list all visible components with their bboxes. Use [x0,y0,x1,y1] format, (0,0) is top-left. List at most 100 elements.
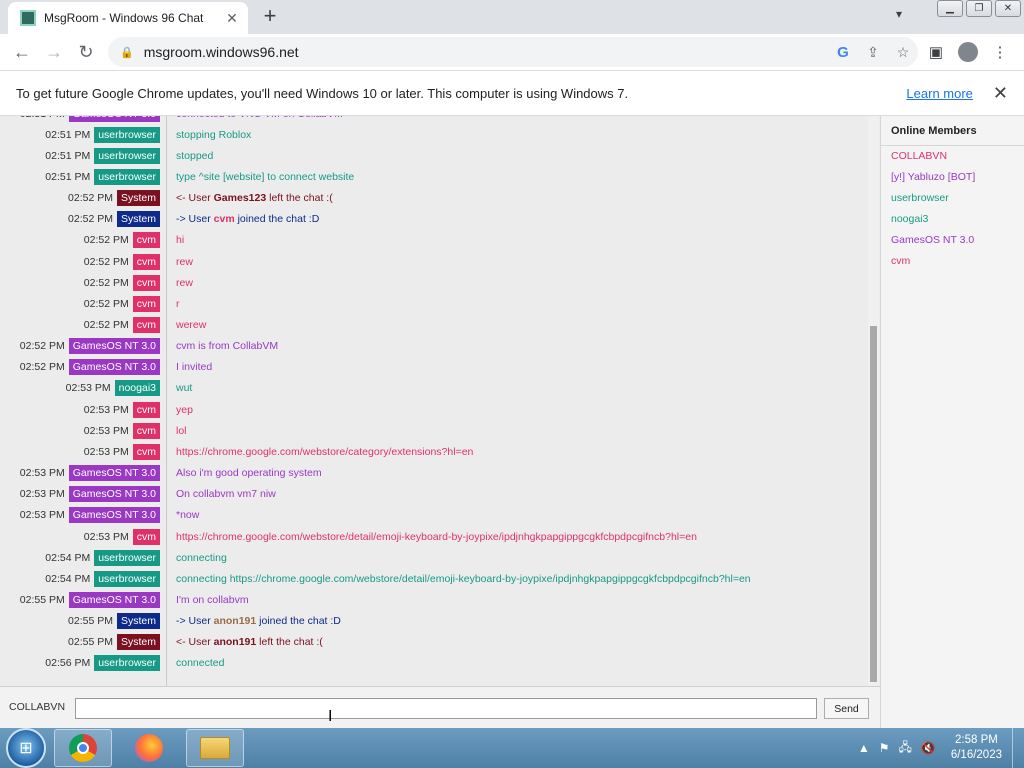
start-button[interactable]: ⊞ [6,728,46,768]
action-center-flag-icon[interactable]: ⚑ [879,741,890,755]
member-list: COLLABVN [y!] Yabluzo [BOT] userbrowser noo… [881,146,1024,272]
network-icon[interactable]: 🖧 [898,738,911,759]
message-text-suffix: joined the chat :D [256,615,341,628]
message-meta: 02:52 PM GamesOS NT 3.0 [0,359,160,376]
user-badge[interactable]: userbrowser [94,549,160,566]
scrollbar-thumb[interactable] [870,326,877,682]
text-cursor-icon: I [328,708,333,725]
user-badge[interactable]: cvm [132,443,160,460]
forward-button[interactable]: → [38,36,70,68]
volume-muted-icon[interactable]: 🔇 [921,741,936,755]
message-text: connected to VNC VM on CollabVM [176,116,343,120]
tab-msgroom[interactable]: MsgRoom - Windows 96 Chat ✕ [8,2,248,34]
message-input[interactable] [75,698,817,719]
user-badge[interactable]: cvm [132,317,160,333]
message-time: 02:52 PM [83,234,129,247]
user-badge[interactable]: userbrowser [94,570,160,587]
message-scrollbar[interactable] [868,116,879,686]
user-badge[interactable]: userbrowser [94,126,160,143]
infobar-close-icon[interactable]: ✕ [993,83,1008,104]
message-meta: 02:53 PM GamesOS NT 3.0 [0,507,160,524]
back-button[interactable]: ← [6,36,38,68]
close-window-button[interactable]: ✕ [995,0,1021,17]
bookmark-star-icon[interactable]: ☆ [888,44,918,61]
menu-kebab-icon[interactable]: ⋮ [984,43,1016,61]
tab-search-chevron-icon[interactable]: ▾ [896,7,902,21]
reload-button[interactable]: ↻ [70,36,102,68]
message-text: https://chrome.google.com/webstore/categ… [176,445,474,458]
show-desktop-button[interactable] [1012,728,1024,768]
message-row: 02:51 PM userbrowser stopping Roblox [0,124,868,145]
user-badge[interactable]: GamesOS NT 3.0 [68,359,160,376]
user-badge[interactable]: userbrowser [94,168,160,185]
message-row: 02:52 PM cvm r [0,293,868,314]
message-meta: 02:53 PM GamesOS NT 3.0 [0,465,160,482]
nickname-label[interactable]: COLLABVN [9,701,65,713]
new-tab-button[interactable]: + [258,4,282,28]
taskbar-chrome[interactable] [54,729,112,767]
user-badge[interactable]: System [116,613,160,630]
show-hidden-icons-icon[interactable]: ▲ [858,741,870,755]
google-lens-icon[interactable]: G [828,44,858,61]
tab-close-icon[interactable]: ✕ [224,10,240,27]
message-meta: 02:52 PM GamesOS NT 3.0 [0,338,160,355]
message-username: anon191 [213,636,257,649]
user-badge[interactable]: System [116,190,160,207]
message-time: 02:51 PM [45,149,91,162]
message-meta: 02:52 PM cvm [0,295,160,312]
user-badge[interactable]: GamesOS NT 3.0 [68,591,160,608]
taskbar-firefox[interactable] [120,729,178,767]
tab-title: MsgRoom - Windows 96 Chat [44,11,204,25]
message-text-suffix: joined the chat :D [234,213,320,226]
member-item[interactable]: noogai3 [881,209,1024,230]
member-item[interactable]: GamesOS NT 3.0 [881,230,1024,251]
member-item[interactable]: COLLABVN [881,146,1024,167]
message-meta: 02:51 PM userbrowser [0,126,160,143]
profile-avatar-icon[interactable] [958,42,978,62]
message-time: 02:53 PM [83,424,129,437]
message-text: *now [176,509,200,522]
user-badge[interactable]: userbrowser [94,655,160,672]
side-panel-icon[interactable]: ▣ [920,43,952,61]
member-item[interactable]: [y!] Yabluzo [BOT] [881,167,1024,188]
user-badge[interactable]: cvm [132,232,160,249]
member-item[interactable]: cvm [881,251,1024,272]
message-time: 02:51 PM [20,116,65,120]
user-badge[interactable]: cvm [132,253,160,270]
send-button[interactable]: Send [824,698,869,719]
message-row: 02:52 PM cvm werew [0,315,868,336]
user-badge[interactable]: cvm [132,295,160,312]
message-username: anon191 [213,615,257,628]
taskbar-clock[interactable]: 2:58 PM 6/16/2023 [951,733,1002,763]
minimize-button[interactable]: ▁ [937,0,963,17]
user-badge[interactable]: GamesOS NT 3.0 [68,338,160,355]
share-icon[interactable]: ⇪ [858,44,888,61]
user-badge[interactable]: GamesOS NT 3.0 [68,465,160,482]
user-badge[interactable]: userbrowser [94,147,160,164]
message-time: 02:55 PM [68,615,113,628]
user-badge[interactable]: cvm [132,528,160,545]
user-badge[interactable]: GamesOS NT 3.0 [68,507,160,524]
message-text: type ^site [website] to connect website [176,170,355,183]
user-badge[interactable]: GamesOS NT 3.0 [68,116,160,122]
restore-button[interactable]: ❐ [966,0,992,17]
user-badge[interactable]: cvm [132,401,160,418]
user-badge[interactable]: GamesOS NT 3.0 [68,486,160,503]
user-badge[interactable]: System [116,211,160,228]
user-badge[interactable]: System [116,634,160,651]
member-item[interactable]: userbrowser [881,188,1024,209]
lock-icon[interactable]: 🔒 [120,46,134,59]
message-text: Also i'm good operating system [176,467,322,480]
message-time: 02:55 PM [68,636,113,649]
message-meta: 02:54 PM userbrowser [0,570,160,587]
learn-more-link[interactable]: Learn more [906,86,972,101]
message-text: hi [176,234,185,247]
address-bar[interactable]: 🔒 msgroom.windows96.net G ⇪ ☆ [108,37,918,67]
user-badge[interactable]: noogai3 [114,380,160,397]
user-badge[interactable]: cvm [132,422,160,439]
message-list[interactable]: 02:51 PMGamesOS NT 3.0connected to VNC V… [0,116,868,686]
taskbar-explorer[interactable] [186,729,244,767]
message-text: stopping Roblox [176,128,252,141]
message-text: I invited [176,361,213,374]
user-badge[interactable]: cvm [132,274,160,291]
